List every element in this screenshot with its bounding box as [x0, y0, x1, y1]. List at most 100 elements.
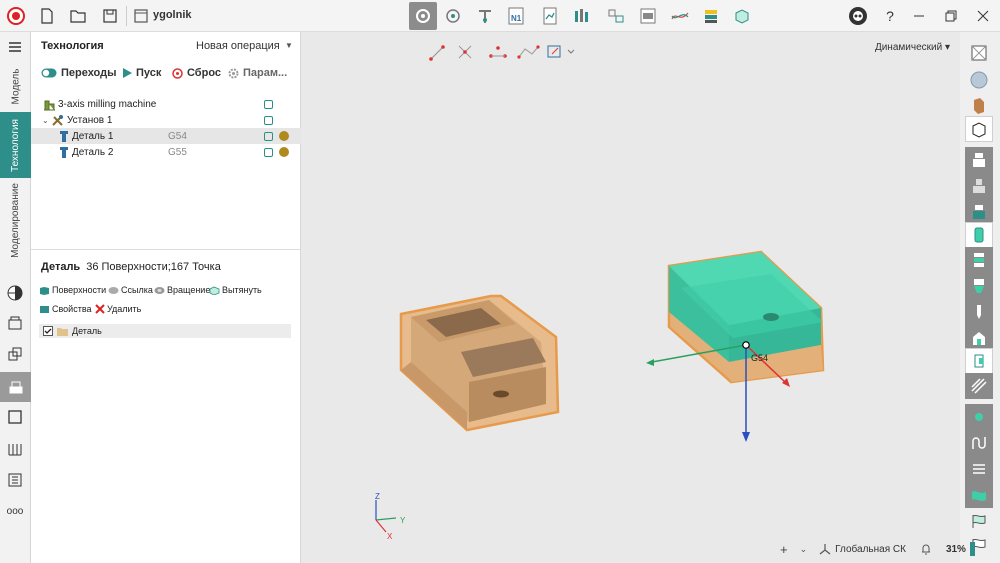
list-item-label: Деталь	[72, 326, 102, 336]
probe-icon[interactable]	[442, 5, 464, 27]
library-icon[interactable]	[4, 438, 26, 460]
stock-icon[interactable]	[700, 5, 722, 27]
layers-icon[interactable]	[965, 456, 993, 482]
point-icon[interactable]	[965, 404, 993, 430]
workpiece-icon[interactable]	[4, 312, 26, 334]
tree-item-setup[interactable]: ⌄ Установ 1	[31, 112, 301, 128]
restore-icon[interactable]	[940, 5, 962, 27]
tool-library-icon[interactable]	[570, 5, 592, 27]
templates-icon[interactable]	[4, 469, 26, 491]
tool-cylinder-icon[interactable]	[965, 222, 993, 248]
assembly-icon[interactable]	[4, 343, 26, 365]
new-file-icon[interactable]	[36, 5, 58, 27]
delete-button[interactable]: Удалить	[95, 304, 141, 314]
hamburger-menu-icon[interactable]	[4, 36, 26, 58]
link-button[interactable]: Ссылка	[108, 285, 153, 295]
tab-modeling[interactable]: Моделирование	[0, 180, 31, 260]
view-mode-dropdown[interactable]: Динамический ▾	[875, 42, 950, 53]
list-item[interactable]: Деталь	[39, 324, 291, 338]
save-icon[interactable]	[99, 5, 121, 27]
properties-button[interactable]: Свойства	[39, 304, 92, 314]
tree-item-part-2[interactable]: Деталь 2 G55	[31, 144, 301, 160]
detail-info: 36 Поверхности;167 Точка	[86, 261, 221, 273]
part-model-1[interactable]	[399, 294, 560, 432]
new-operation-dropdown[interactable]: Новая операция	[196, 40, 280, 52]
flag-surface-icon[interactable]	[965, 508, 993, 534]
more-icon[interactable]: ooo	[4, 500, 26, 522]
document-icon	[130, 5, 152, 27]
tree-item-part-1[interactable]: Деталь 1 G54	[31, 128, 301, 144]
tool-chamfer-icon[interactable]	[965, 273, 993, 299]
document-title: ygolnik	[153, 9, 192, 21]
hatch-icon[interactable]	[965, 373, 993, 399]
tree-label: Деталь 2	[72, 146, 114, 158]
toolbar-separator	[126, 6, 127, 26]
tab-technology[interactable]: Технология	[0, 112, 31, 178]
fixture-icon[interactable]	[409, 2, 437, 30]
surface-icon[interactable]	[965, 482, 993, 508]
simulation-icon[interactable]	[637, 5, 659, 27]
view-box-icon[interactable]	[965, 40, 993, 66]
extrude-button[interactable]: Вытянуть	[209, 285, 262, 295]
sketch-line-icon[interactable]	[429, 45, 445, 61]
curve-icon[interactable]	[965, 430, 993, 456]
tree-item-machine[interactable]: 3-axis milling machine	[31, 96, 301, 112]
open-folder-icon[interactable]	[67, 5, 89, 27]
tab-model[interactable]: Модель	[0, 62, 31, 110]
triad-x-label: X	[387, 532, 393, 541]
gear-icon	[228, 68, 239, 78]
avatar-icon[interactable]	[847, 5, 869, 27]
frame-icon[interactable]	[4, 406, 26, 428]
tool-icon[interactable]	[474, 5, 496, 27]
visibility-checkbox[interactable]	[264, 147, 273, 157]
panel-divider	[31, 249, 301, 250]
checkbox-icon[interactable]	[43, 326, 53, 336]
minimize-icon[interactable]	[908, 5, 930, 27]
operation-icon[interactable]	[0, 372, 31, 402]
tool-turn-icon[interactable]	[965, 348, 993, 374]
chevron-down-icon[interactable]: ▼	[285, 41, 293, 50]
3d-viewport[interactable]: G54 Z Y X Динамический ▾	[301, 32, 960, 563]
link-icon	[108, 286, 119, 294]
tool-step-icon[interactable]	[965, 173, 993, 199]
color-marker[interactable]	[279, 147, 289, 157]
coord-system-label[interactable]: Глобальная СК	[835, 544, 906, 555]
bell-icon[interactable]	[920, 543, 932, 555]
nc-program-icon[interactable]: N1	[505, 5, 527, 27]
report-icon[interactable]	[539, 5, 561, 27]
machine-icon[interactable]	[605, 5, 627, 27]
toggle-icon	[41, 68, 57, 78]
tool-flat-icon[interactable]	[965, 147, 993, 173]
sketch-plane-icon[interactable]	[547, 45, 575, 58]
toolpath-icon[interactable]	[669, 5, 691, 27]
chevron-down-icon[interactable]: ⌄	[42, 116, 49, 125]
transitions-toggle[interactable]: Переходы	[41, 67, 117, 79]
visibility-checkbox[interactable]	[264, 131, 273, 141]
panel-title: Технология	[41, 40, 104, 52]
app-logo-icon[interactable]	[5, 5, 27, 27]
params-button[interactable]: Парам...	[228, 67, 287, 79]
close-icon[interactable]	[972, 5, 994, 27]
sketch-intersect-icon[interactable]	[458, 45, 472, 59]
visibility-checkbox[interactable]	[264, 115, 273, 125]
tool-stack-icon[interactable]	[965, 247, 993, 273]
help-icon[interactable]: ?	[879, 5, 901, 27]
reset-label: Сброс	[187, 67, 222, 79]
run-button[interactable]: Пуск	[122, 67, 161, 79]
sketch-polyline-icon[interactable]	[517, 45, 540, 59]
chevron-down-icon[interactable]: ⌄	[800, 544, 808, 555]
reset-button[interactable]: Сброс	[172, 67, 221, 79]
revolve-button[interactable]: Вращение	[154, 285, 210, 295]
add-icon[interactable]: +	[780, 542, 788, 557]
surfaces-label: Поверхности	[52, 285, 107, 295]
color-marker[interactable]	[279, 131, 289, 141]
tool-drill-icon[interactable]	[965, 299, 993, 325]
material-icon[interactable]	[4, 282, 26, 304]
coordinate-system-icon[interactable]	[819, 543, 831, 555]
export-icon[interactable]	[731, 5, 753, 27]
wireframe-view-icon[interactable]	[965, 116, 993, 142]
sketch-points-icon[interactable]	[489, 46, 507, 58]
visibility-checkbox[interactable]	[264, 99, 273, 109]
surfaces-button[interactable]: Поверхности	[39, 285, 106, 295]
shaded-view-icon[interactable]	[965, 67, 993, 93]
